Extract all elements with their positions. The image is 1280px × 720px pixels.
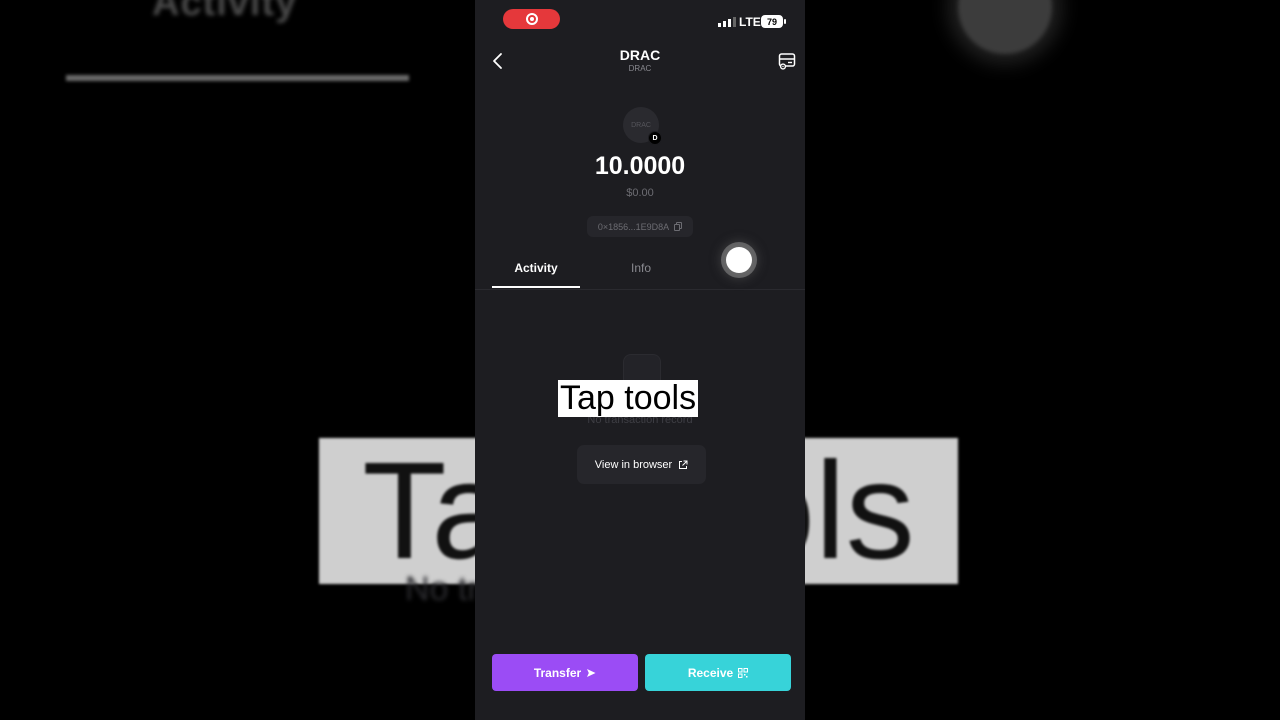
- external-link-icon: [679, 460, 688, 469]
- page-subtitle: DRAC: [628, 64, 652, 73]
- view-in-browser-label: View in browser: [594, 458, 673, 471]
- battery-level: 79: [766, 16, 777, 27]
- qr-code-icon: [738, 667, 749, 678]
- background-tab-underline: [66, 75, 409, 81]
- network-type: LTE: [739, 15, 761, 29]
- receive-label: Receive: [687, 665, 734, 680]
- transfer-label: Transfer: [533, 665, 582, 680]
- fiat-value: $0.00: [626, 187, 654, 199]
- battery-icon: 79: [761, 15, 786, 28]
- status-bar: LTE 79: [475, 0, 805, 40]
- view-in-browser-button[interactable]: View in browser: [577, 445, 706, 484]
- receive-button[interactable]: Receive: [645, 654, 791, 691]
- phone-screen: LTE 79 DRAC DRAC DRAC D 10.0000 $0.00 0×…: [475, 0, 805, 720]
- page-title: DRAC: [619, 47, 661, 63]
- transfer-button[interactable]: Transfer: [492, 654, 638, 691]
- tab-activity[interactable]: Activity: [492, 252, 580, 288]
- chain-badge: D: [648, 131, 662, 145]
- send-arrow-icon: [587, 668, 596, 677]
- contract-address-chip[interactable]: 0×1856...1E9D8A: [587, 216, 693, 237]
- screen-recording-indicator[interactable]: [503, 9, 560, 29]
- background-touch-indicator: [958, 0, 1052, 54]
- record-icon: [525, 13, 538, 25]
- tab-bar: Activity Info: [475, 252, 805, 290]
- tab-info[interactable]: Info: [597, 252, 685, 287]
- tools-icon[interactable]: [777, 51, 797, 71]
- signal-icon: [718, 16, 736, 27]
- token-balance: 10.0000: [594, 152, 686, 180]
- touch-indicator: [726, 247, 752, 273]
- contract-address: 0×1856...1E9D8A: [597, 221, 670, 232]
- video-caption: Tap tools: [558, 379, 699, 417]
- copy-icon[interactable]: [674, 222, 683, 231]
- background-tab-label: Activity: [152, 0, 298, 24]
- token-logo-text: DRAC: [631, 121, 651, 129]
